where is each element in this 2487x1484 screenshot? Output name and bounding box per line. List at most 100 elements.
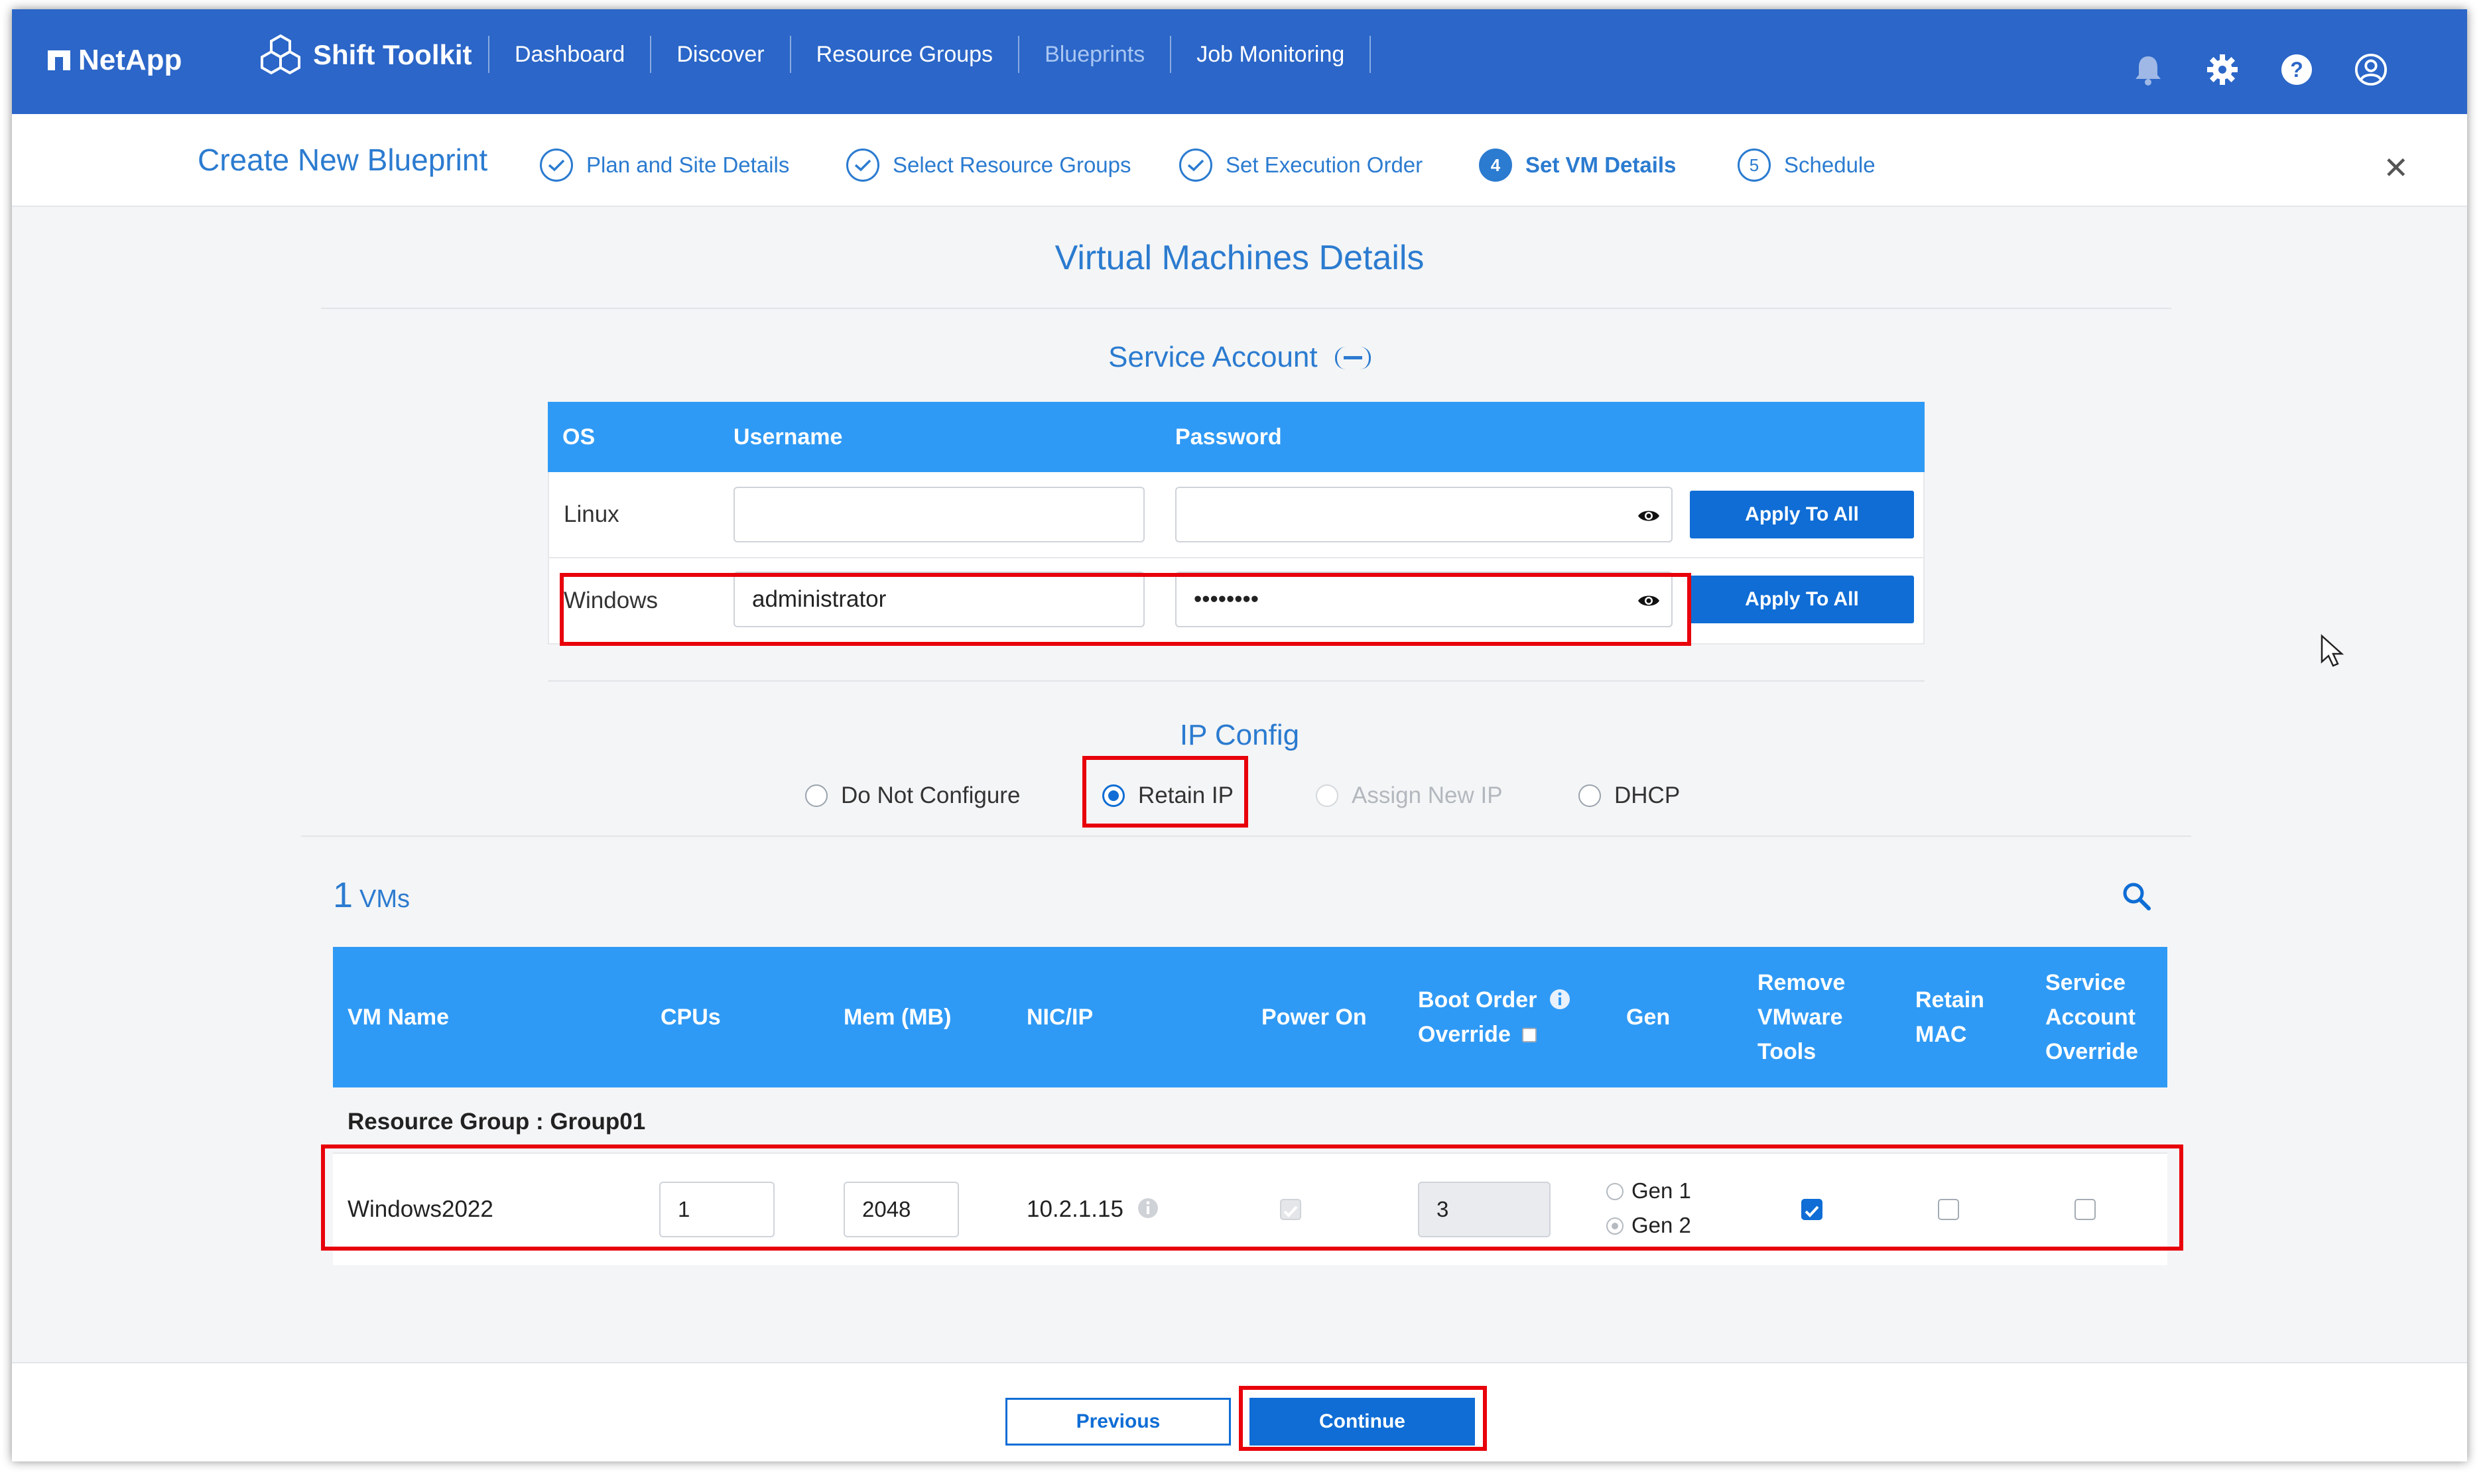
vm-table-header: VM Name CPUs Mem (MB) NIC/IP Power On Bo…	[333, 947, 2167, 1087]
step-schedule[interactable]: 5 Schedule	[1738, 149, 1876, 182]
resource-group-row: Resource Group : Group01	[333, 1087, 2167, 1154]
divider	[301, 835, 2191, 837]
col-password: Password	[1175, 424, 1282, 450]
gear-icon[interactable]	[2206, 53, 2239, 86]
radio-do-not-configure[interactable]: Do Not Configure	[805, 782, 1020, 809]
step-label: Set Execution Order	[1226, 153, 1423, 177]
radio-icon[interactable]	[1578, 784, 1601, 807]
page-title: Virtual Machines Details	[1054, 239, 1425, 277]
col-retain-mac: Retain MAC	[1915, 983, 1984, 1052]
radio-icon[interactable]	[805, 784, 828, 807]
check-circle-icon	[1179, 149, 1212, 182]
bell-icon[interactable]	[2132, 53, 2165, 86]
col-service-account-override: Service Account Override	[2045, 965, 2138, 1069]
mouse-cursor-icon	[2321, 634, 2344, 667]
netapp-logo[interactable]: NetApp	[48, 44, 182, 77]
step-number: 5	[1738, 149, 1771, 182]
highlight-box-continue	[1239, 1386, 1487, 1451]
divider	[548, 680, 1925, 682]
vm-count-label: VMs	[359, 885, 411, 913]
nav-icon-group: ?	[2132, 53, 2388, 86]
search-icon[interactable]	[2121, 881, 2151, 911]
nav-item-resource-groups[interactable]: Resource Groups	[789, 36, 1018, 73]
footer-bar: Previous Continue	[12, 1362, 2467, 1461]
check-circle-icon	[540, 149, 573, 182]
col-nic-ip: NIC/IP	[1027, 1005, 1094, 1030]
wizard-title: Create New Blueprint	[198, 143, 488, 177]
eye-icon[interactable]	[1637, 504, 1661, 528]
apply-to-all-linux-button[interactable]: Apply To All	[1690, 491, 1914, 538]
step-set-execution-order[interactable]: Set Execution Order	[1179, 149, 1423, 182]
ip-config-title: IP Config	[1179, 719, 1300, 751]
boot-order-line2: Override	[1418, 1022, 1511, 1047]
col-gen: Gen	[1626, 1005, 1671, 1030]
col-remove-vmware-tools: Remove VMware Tools	[1757, 965, 1845, 1069]
boot-order-line1: Boot Order	[1418, 987, 1537, 1013]
wizard-stepper: Create New Blueprint Plan and Site Detai…	[12, 114, 2467, 207]
col-mem: Mem (MB)	[844, 1005, 952, 1030]
step-label: Plan and Site Details	[586, 153, 790, 177]
os-label: Linux	[564, 501, 619, 527]
col-username: Username	[733, 424, 843, 450]
service-account-title: Service Account	[1108, 341, 1318, 373]
nav-menu: Dashboard Discover Resource Groups Bluep…	[488, 36, 1371, 73]
info-icon[interactable]	[1549, 988, 1571, 1011]
product-name: Shift Toolkit	[313, 39, 472, 70]
step-plan-and-site-details[interactable]: Plan and Site Details	[540, 149, 789, 182]
col-cpus: CPUs	[661, 1005, 721, 1030]
radio-assign-new-ip: Assign New IP	[1316, 782, 1503, 809]
step-label: Set VM Details	[1525, 153, 1677, 177]
close-icon[interactable]: ✕	[2383, 150, 2409, 186]
brand-name: NetApp	[78, 44, 182, 76]
radio-label: DHCP	[1614, 782, 1681, 808]
apply-to-all-windows-button[interactable]: Apply To All	[1690, 576, 1914, 623]
linux-username-input[interactable]	[733, 487, 1145, 542]
step-select-resource-groups[interactable]: Select Resource Groups	[846, 149, 1131, 182]
service-account-row-linux: Linux Apply To All	[548, 472, 1925, 558]
user-icon[interactable]	[2354, 53, 2388, 86]
header-line: VMware	[1757, 1005, 1843, 1030]
divider	[321, 308, 2171, 309]
radio-label: Do Not Configure	[841, 782, 1021, 808]
vm-count-number: 1	[333, 875, 353, 915]
boot-order-override-checkbox[interactable]	[1522, 1028, 1537, 1042]
radio-icon	[1316, 784, 1338, 807]
vm-count: 1 VMs	[333, 875, 410, 916]
header-line: Override	[2045, 1039, 2138, 1064]
radio-dhcp[interactable]: DHCP	[1578, 782, 1680, 809]
step-number: 4	[1479, 149, 1512, 182]
netapp-logo-icon	[48, 50, 70, 70]
header-line: Retain	[1915, 987, 1984, 1013]
header-line: Remove	[1757, 970, 1846, 995]
header-line: MAC	[1915, 1022, 1967, 1047]
nav-item-discover[interactable]: Discover	[650, 36, 789, 73]
col-power-on: Power On	[1261, 1005, 1367, 1030]
svg-text:?: ?	[2290, 58, 2303, 82]
app-window: NetApp Shift Toolkit Dashboard Discover …	[12, 9, 2467, 1461]
check-circle-icon	[846, 149, 879, 182]
highlight-box-vm-row	[321, 1144, 2183, 1251]
help-icon[interactable]: ?	[2280, 53, 2313, 86]
highlight-box-retain-ip	[1082, 756, 1248, 828]
step-set-vm-details[interactable]: 4 Set VM Details	[1479, 149, 1676, 182]
col-boot-order: Boot Order Override	[1418, 983, 1571, 1052]
header-line: Tools	[1757, 1039, 1817, 1064]
header-line: Service	[2045, 970, 2126, 995]
nav-item-blueprints[interactable]: Blueprints	[1018, 36, 1170, 73]
step-label: Select Resource Groups	[893, 153, 1131, 177]
col-vm-name: VM Name	[348, 1005, 450, 1030]
radio-label: Assign New IP	[1352, 782, 1503, 808]
resource-group-label: Resource Group : Group01	[348, 1109, 646, 1135]
nav-item-job-monitoring[interactable]: Job Monitoring	[1170, 36, 1371, 73]
highlight-box-windows	[560, 573, 1691, 646]
product-title[interactable]: Shift Toolkit	[259, 33, 472, 77]
linux-password-input[interactable]	[1175, 487, 1673, 542]
nav-item-dashboard[interactable]: Dashboard	[488, 36, 650, 73]
step-label: Schedule	[1784, 153, 1876, 177]
service-account-header: OS Username Password	[548, 402, 1925, 472]
previous-button[interactable]: Previous	[1005, 1398, 1231, 1446]
service-account-section-title: Service Account	[12, 341, 2467, 374]
top-navbar: NetApp Shift Toolkit Dashboard Discover …	[12, 9, 2467, 114]
col-os: OS	[562, 424, 596, 450]
collapse-icon[interactable]	[1334, 347, 1371, 369]
